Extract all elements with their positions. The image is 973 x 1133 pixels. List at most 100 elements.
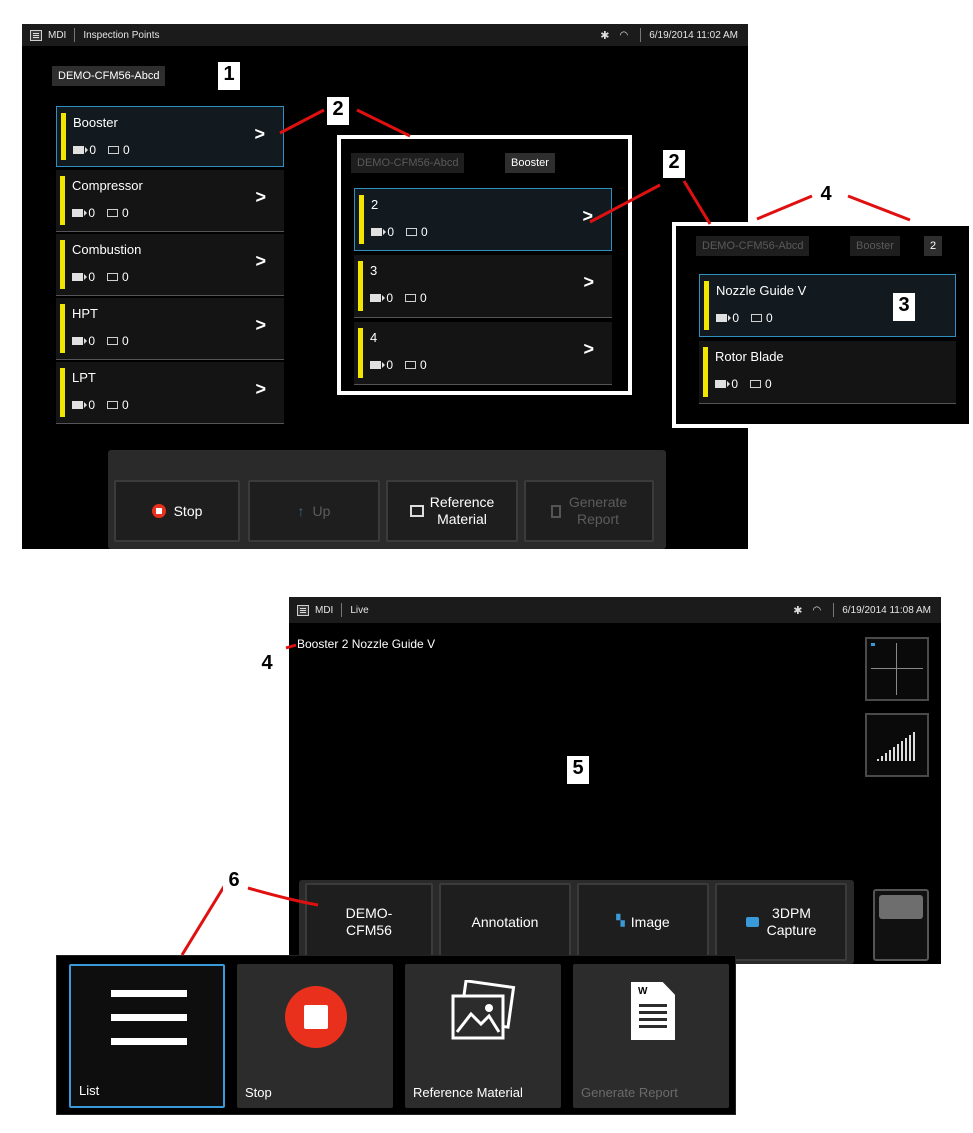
item-counts: 00 [371, 225, 428, 239]
up-label: Up [312, 502, 331, 519]
image-button[interactable]: ▚ Image [577, 883, 709, 961]
list-item-2[interactable]: 2 00 > [354, 188, 612, 251]
menu-icon[interactable] [297, 604, 309, 616]
item-label: Booster [73, 115, 118, 130]
list-item-nozzle-guide-v[interactable]: Nozzle Guide V 00 [699, 274, 956, 337]
item-counts: 00 [716, 311, 773, 325]
view-layout-button[interactable] [865, 637, 929, 701]
callout-6: 6 [223, 868, 245, 896]
reference-label: Reference Material [413, 1085, 523, 1100]
main-softkey-bar: List Stop Reference Material W Generate … [56, 955, 736, 1115]
yellow-marker [704, 281, 709, 330]
toggle-switch[interactable] [873, 889, 929, 961]
list-button[interactable]: List [69, 964, 225, 1108]
app-name: MDI [48, 29, 67, 41]
demo-cfm56-button[interactable]: DEMO- CFM56 [305, 883, 433, 961]
divider [640, 28, 642, 42]
callout-4b: 4 [256, 651, 278, 679]
image-gallery-icon [451, 980, 516, 1040]
video-icon [371, 228, 386, 236]
word-document-icon: W [631, 982, 675, 1040]
yellow-marker [60, 176, 65, 225]
breadcrumb-root[interactable]: DEMO-CFM56-Abcd [52, 66, 166, 86]
breadcrumb-stage[interactable]: 2 [924, 236, 943, 256]
image-icon [108, 146, 120, 154]
chevron-right-icon: > [583, 272, 594, 292]
divider [833, 603, 835, 617]
item-counts: 00 [72, 334, 129, 348]
chevron-right-icon: > [583, 339, 594, 359]
document-icon [550, 504, 561, 518]
signal-bars-icon [877, 732, 915, 761]
stage-2-submenu-panel: DEMO-CFM56-Abcd Booster 2 Nozzle Guide V… [672, 222, 973, 428]
status-right: ✱ ◠ 6/19/2014 11:08 AM [793, 603, 931, 617]
image-icon [405, 361, 417, 369]
generate-report-button-large[interactable]: W Generate Report [573, 964, 729, 1108]
item-counts: 00 [370, 358, 427, 372]
item-label: 3 [370, 263, 378, 278]
video-icon [72, 209, 87, 217]
stop-button-large[interactable]: Stop [237, 964, 393, 1108]
video-icon [72, 337, 87, 345]
breadcrumb-root[interactable]: DEMO-CFM56-Abcd [351, 153, 465, 173]
list-item-lpt[interactable]: LPT 00 > [56, 362, 284, 424]
status-bar: MDI Live ✱ ◠ 6/19/2014 11:08 AM [289, 597, 941, 623]
breadcrumb-booster[interactable]: Booster [505, 153, 555, 173]
chevron-right-icon: > [254, 124, 265, 144]
camera-icon [745, 917, 759, 927]
list-item-4[interactable]: 4 00 > [354, 322, 612, 385]
menu-icon[interactable] [30, 29, 42, 41]
chevron-right-icon: > [582, 206, 593, 226]
wifi-icon: ◠ [619, 29, 629, 41]
grid-icon [896, 643, 897, 695]
stop-button[interactable]: Stop [114, 480, 240, 542]
stop-icon [285, 986, 347, 1048]
generate-report-button[interactable]: Generate Report [524, 480, 654, 542]
yellow-marker [358, 261, 363, 311]
image-icon [107, 401, 119, 409]
video-icon [370, 294, 385, 302]
callout-5: 5 [567, 756, 589, 784]
callout-1: 1 [218, 62, 240, 90]
chevron-right-icon: > [255, 315, 266, 335]
item-counts: 00 [72, 206, 129, 220]
view-title: Live [350, 604, 369, 616]
3dpm-capture-button[interactable]: 3DPM Capture [715, 883, 847, 961]
breadcrumb-booster[interactable]: Booster [850, 236, 900, 256]
item-label: Compressor [72, 178, 143, 193]
list-label: List [79, 1083, 100, 1098]
image-icon [405, 294, 417, 302]
item-counts: 00 [72, 398, 129, 412]
image-icon [107, 337, 119, 345]
stop-icon [151, 504, 166, 518]
reference-material-button-large[interactable]: Reference Material [405, 964, 561, 1108]
annotation-button[interactable]: Annotation [439, 883, 571, 961]
bluetooth-icon: ✱ [793, 604, 803, 617]
list-item-rotor-blade[interactable]: Rotor Blade 00 [699, 341, 956, 404]
reference-label: Reference Material [429, 494, 495, 527]
yellow-marker [61, 113, 66, 160]
reference-material-button[interactable]: Reference Material [386, 480, 518, 542]
breadcrumb-root[interactable]: DEMO-CFM56-Abcd [696, 236, 810, 256]
up-button[interactable]: ↑ Up [248, 480, 380, 542]
brightness-button[interactable] [865, 713, 929, 777]
wifi-icon: ◠ [812, 604, 822, 616]
image-label: Image [630, 913, 670, 930]
chevron-right-icon: > [255, 379, 266, 399]
list-item-3[interactable]: 3 00 > [354, 255, 612, 318]
item-label: 2 [371, 197, 379, 212]
list-item-hpt[interactable]: HPT 00 > [56, 298, 284, 360]
list-item-compressor[interactable]: Compressor 00 > [56, 170, 284, 232]
image-icon [406, 228, 418, 236]
list-item-booster[interactable]: Booster 00 > [56, 106, 284, 167]
video-icon [72, 401, 87, 409]
stop-label: Stop [173, 502, 203, 519]
image-gallery-icon [409, 505, 424, 517]
live-screen: MDI Live ✱ ◠ 6/19/2014 11:08 AM Booster … [289, 597, 941, 964]
view-title: Inspection Points [83, 29, 160, 41]
item-counts: 00 [72, 270, 129, 284]
demo-label: DEMO- CFM56 [345, 905, 393, 938]
bluetooth-icon: ✱ [600, 29, 610, 42]
item-label: HPT [72, 306, 98, 321]
list-item-combustion[interactable]: Combustion 00 > [56, 234, 284, 296]
